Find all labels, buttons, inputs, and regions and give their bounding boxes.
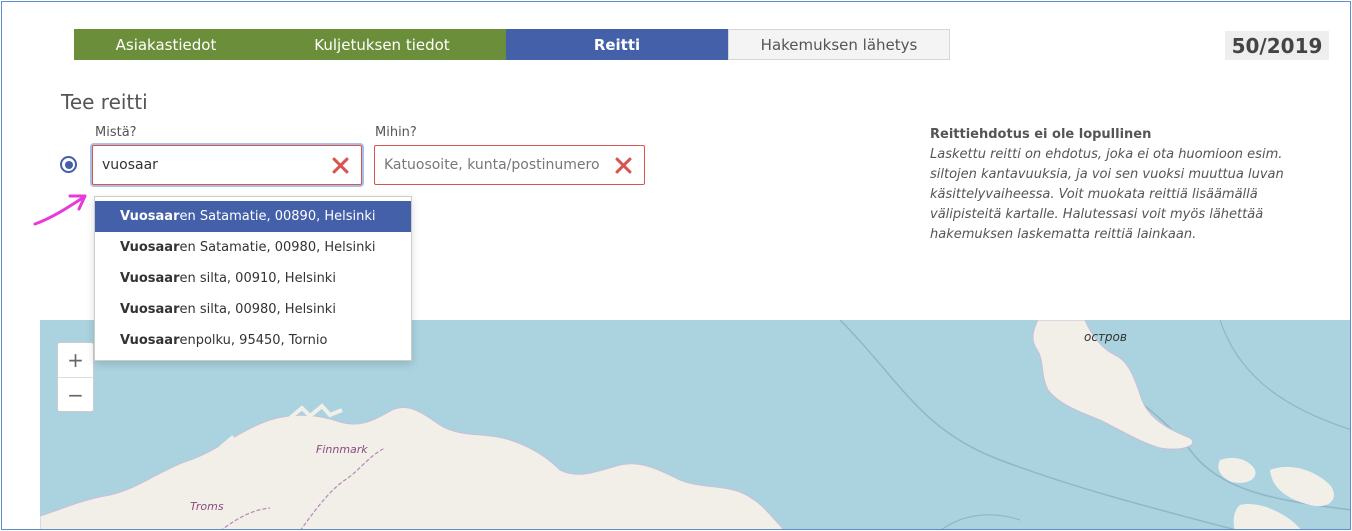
step-route[interactable]: Reitti	[506, 29, 728, 60]
annotation-arrow-icon	[33, 194, 87, 226]
page-title: Tee reitti	[61, 90, 148, 114]
route-info-notice: Reittiehdotus ei ole lopullinen Laskettu…	[930, 125, 1320, 245]
from-label: Mistä?	[95, 125, 137, 140]
step-customer-info[interactable]: Asiakastiedot	[74, 29, 258, 60]
suggestion-item[interactable]: Vuosaar en Satamatie, 00890, Helsinki	[95, 201, 411, 232]
case-number-badge: 50/2019	[1225, 31, 1329, 60]
clear-to-icon[interactable]	[614, 156, 632, 174]
route-info-title: Reittiehdotus ei ole lopullinen	[930, 127, 1152, 142]
map-label-finnmark: Finnmark	[316, 443, 368, 456]
suggestion-item[interactable]: Vuosaar en silta, 00910, Helsinki	[95, 263, 411, 294]
step-application-send[interactable]: Hakemuksen lähetys	[728, 29, 950, 60]
clear-from-icon[interactable]	[331, 156, 349, 174]
from-input[interactable]	[93, 147, 318, 183]
map-label-ostrov: остров	[1084, 330, 1127, 344]
map-label-troms: Troms	[190, 500, 224, 513]
to-field	[374, 145, 645, 185]
suggestion-item[interactable]: Vuosaar enpolku, 95450, Tornio	[95, 325, 411, 356]
progress-steps: Asiakastiedot Kuljetuksen tiedot Reitti …	[74, 29, 950, 60]
app-frame: Asiakastiedot Kuljetuksen tiedot Reitti …	[1, 1, 1351, 530]
route-point-radio[interactable]	[60, 156, 77, 173]
step-transport-info[interactable]: Kuljetuksen tiedot	[258, 29, 506, 60]
zoom-in-button[interactable]: +	[58, 343, 93, 377]
from-field	[92, 145, 362, 185]
zoom-out-button[interactable]: −	[58, 377, 93, 411]
address-suggestions: Vuosaar en Satamatie, 00890, Helsinki Vuo…	[94, 196, 412, 361]
suggestion-item[interactable]: Vuosaar en silta, 00980, Helsinki	[95, 294, 411, 325]
suggestion-item[interactable]: Vuosaar en Satamatie, 00980, Helsinki	[95, 232, 411, 263]
map-zoom-control: + −	[57, 342, 94, 412]
to-label: Mihin?	[375, 125, 417, 140]
route-info-body: Laskettu reitti on ehdotus, joka ei ota …	[930, 147, 1284, 242]
to-input[interactable]	[375, 147, 600, 183]
